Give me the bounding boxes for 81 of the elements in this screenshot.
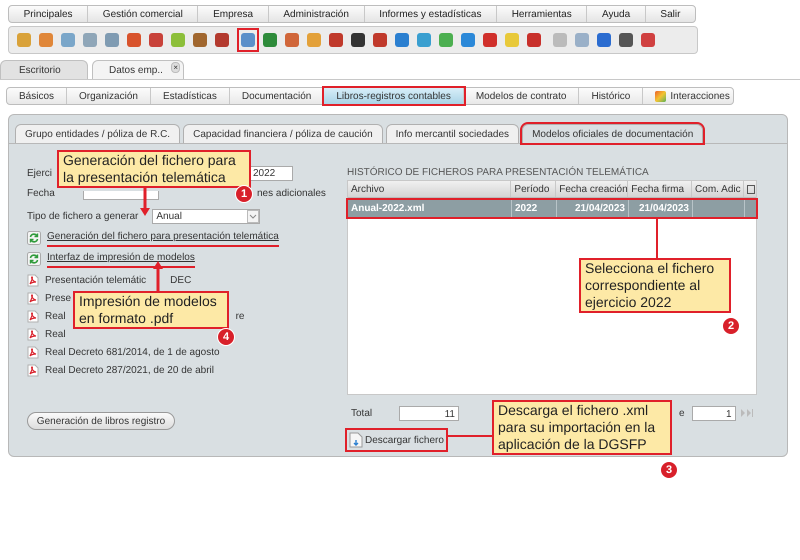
step-number-badge: 3 bbox=[660, 461, 678, 479]
column-header[interactable]: Fecha creación bbox=[556, 181, 628, 197]
toolbar-icon[interactable] bbox=[327, 30, 345, 50]
refresh-icon bbox=[27, 231, 41, 245]
column-header[interactable]: Archivo bbox=[348, 181, 512, 197]
section-tab[interactable]: Grupo entidades / póliza de R.C. bbox=[15, 124, 180, 143]
window-tab[interactable]: Datos emp.. × bbox=[92, 60, 184, 79]
page-field[interactable]: 1 bbox=[692, 406, 736, 420]
section-tab[interactable]: Modelos de contrato bbox=[464, 88, 580, 104]
leader-line bbox=[446, 435, 492, 437]
column-header[interactable]: Período bbox=[511, 181, 556, 197]
year-field[interactable]: 2022 bbox=[249, 166, 293, 180]
table-cell: 21/04/2023 bbox=[629, 200, 693, 217]
page-label: e bbox=[679, 406, 685, 420]
section-tab[interactable]: Libros-registros contables bbox=[324, 88, 464, 104]
document-link[interactable]: Real bbox=[45, 326, 66, 342]
toolbar-icon[interactable] bbox=[525, 30, 543, 50]
section-tab[interactable]: Estadísticas bbox=[150, 88, 230, 104]
section-tab[interactable]: Modelos oficiales de documentación bbox=[522, 124, 704, 143]
download-file-button[interactable]: Descargar fichero bbox=[347, 430, 446, 450]
document-link-tail[interactable]: DEC bbox=[170, 272, 192, 288]
toolbar-icon[interactable] bbox=[371, 30, 389, 50]
column-header[interactable]: Com. Adic bbox=[692, 181, 744, 197]
total-label: Total bbox=[350, 406, 374, 420]
leader-line bbox=[656, 218, 658, 259]
document-link[interactable]: Presentación telemátic bbox=[45, 272, 146, 288]
document-link-tail[interactable]: re bbox=[236, 308, 244, 324]
total-field: 11 bbox=[399, 406, 459, 420]
menu-item[interactable]: Principales bbox=[9, 6, 88, 22]
action-link[interactable]: Generación del fichero para presentación telemática bbox=[47, 229, 279, 247]
menu-item[interactable]: Salir bbox=[646, 6, 696, 22]
file-type-label: Tipo de fichero a generar bbox=[27, 210, 138, 224]
toolbar-icon[interactable] bbox=[349, 30, 367, 50]
menu-item[interactable]: Empresa bbox=[198, 6, 269, 22]
table-cell: 2022 bbox=[512, 200, 557, 217]
table-cell: Anual-2022.xml bbox=[348, 200, 512, 217]
file-type-select[interactable]: Anual bbox=[152, 208, 260, 224]
document-link[interactable]: Real Decreto 681/2014, de 1 de agosto bbox=[45, 344, 220, 360]
callout-box: Impresión de modelos en formato .pdf bbox=[73, 291, 229, 329]
generate-books-button[interactable]: Generación de libros registro bbox=[27, 412, 175, 430]
section-tab[interactable]: Básicos bbox=[7, 88, 68, 104]
year-label: Ejerci bbox=[27, 166, 52, 180]
close-button[interactable]: × bbox=[171, 62, 180, 73]
pdf-icon bbox=[27, 364, 39, 376]
step-number-badge: 4 bbox=[217, 328, 235, 346]
column-header[interactable]: Fecha firma bbox=[628, 181, 692, 197]
section-tab[interactable]: Organización bbox=[67, 88, 151, 104]
step-number-badge: 1 bbox=[235, 185, 253, 203]
date-field[interactable] bbox=[83, 191, 159, 200]
pdf-icon bbox=[27, 274, 39, 286]
pdf-icon bbox=[27, 346, 39, 358]
document-download-icon bbox=[349, 432, 363, 448]
pdf-icon bbox=[27, 310, 39, 322]
section-tab[interactable]: Interacciones bbox=[643, 88, 742, 104]
down-arrow-icon bbox=[140, 186, 150, 216]
options-label: nes adicionales bbox=[257, 186, 326, 200]
callout-box: Generación del fichero para la presentación telemática bbox=[57, 150, 251, 188]
pdf-icon bbox=[27, 292, 39, 304]
menu-item[interactable]: Gestión comercial bbox=[88, 6, 198, 22]
toolbar-icon[interactable] bbox=[213, 30, 231, 50]
pdf-icon bbox=[27, 328, 39, 340]
document-link[interactable]: Real Decreto 287/2021, de 20 de abril bbox=[45, 362, 214, 378]
callout-box: Selecciona el fichero correspondiente al ejercicio 2022 bbox=[579, 258, 731, 313]
callout-box: Descarga el fichero .xml para su importación en la aplicación de la DGSFP bbox=[492, 400, 672, 455]
document-link[interactable]: Prese bbox=[45, 290, 72, 306]
date-label: Fecha bbox=[27, 186, 56, 200]
section-tab[interactable]: Capacidad financiera / póliza de caución bbox=[183, 124, 383, 143]
toolbar-icon[interactable] bbox=[617, 30, 635, 50]
menu-item[interactable]: Informes y estadísticas bbox=[364, 6, 498, 22]
document-link[interactable]: Real bbox=[45, 308, 66, 324]
menu-item[interactable]: Herramientas bbox=[497, 6, 588, 22]
section-tab[interactable]: Histórico bbox=[579, 88, 644, 104]
up-arrow-icon bbox=[153, 261, 164, 291]
table-cell: 21/04/2023 bbox=[557, 200, 629, 217]
history-title: HISTÓRICO DE FICHEROS PARA PRESENTACIÓN TELEMÁTICA bbox=[347, 165, 650, 179]
menu-item[interactable]: Ayuda bbox=[587, 6, 646, 22]
window-tab[interactable]: Escritorio bbox=[0, 60, 88, 79]
menu-item[interactable]: Administración bbox=[268, 6, 365, 22]
refresh-icon bbox=[27, 252, 41, 266]
section-tab[interactable]: Info mercantil sociedades bbox=[386, 124, 520, 143]
chevron-down-icon bbox=[247, 210, 260, 222]
